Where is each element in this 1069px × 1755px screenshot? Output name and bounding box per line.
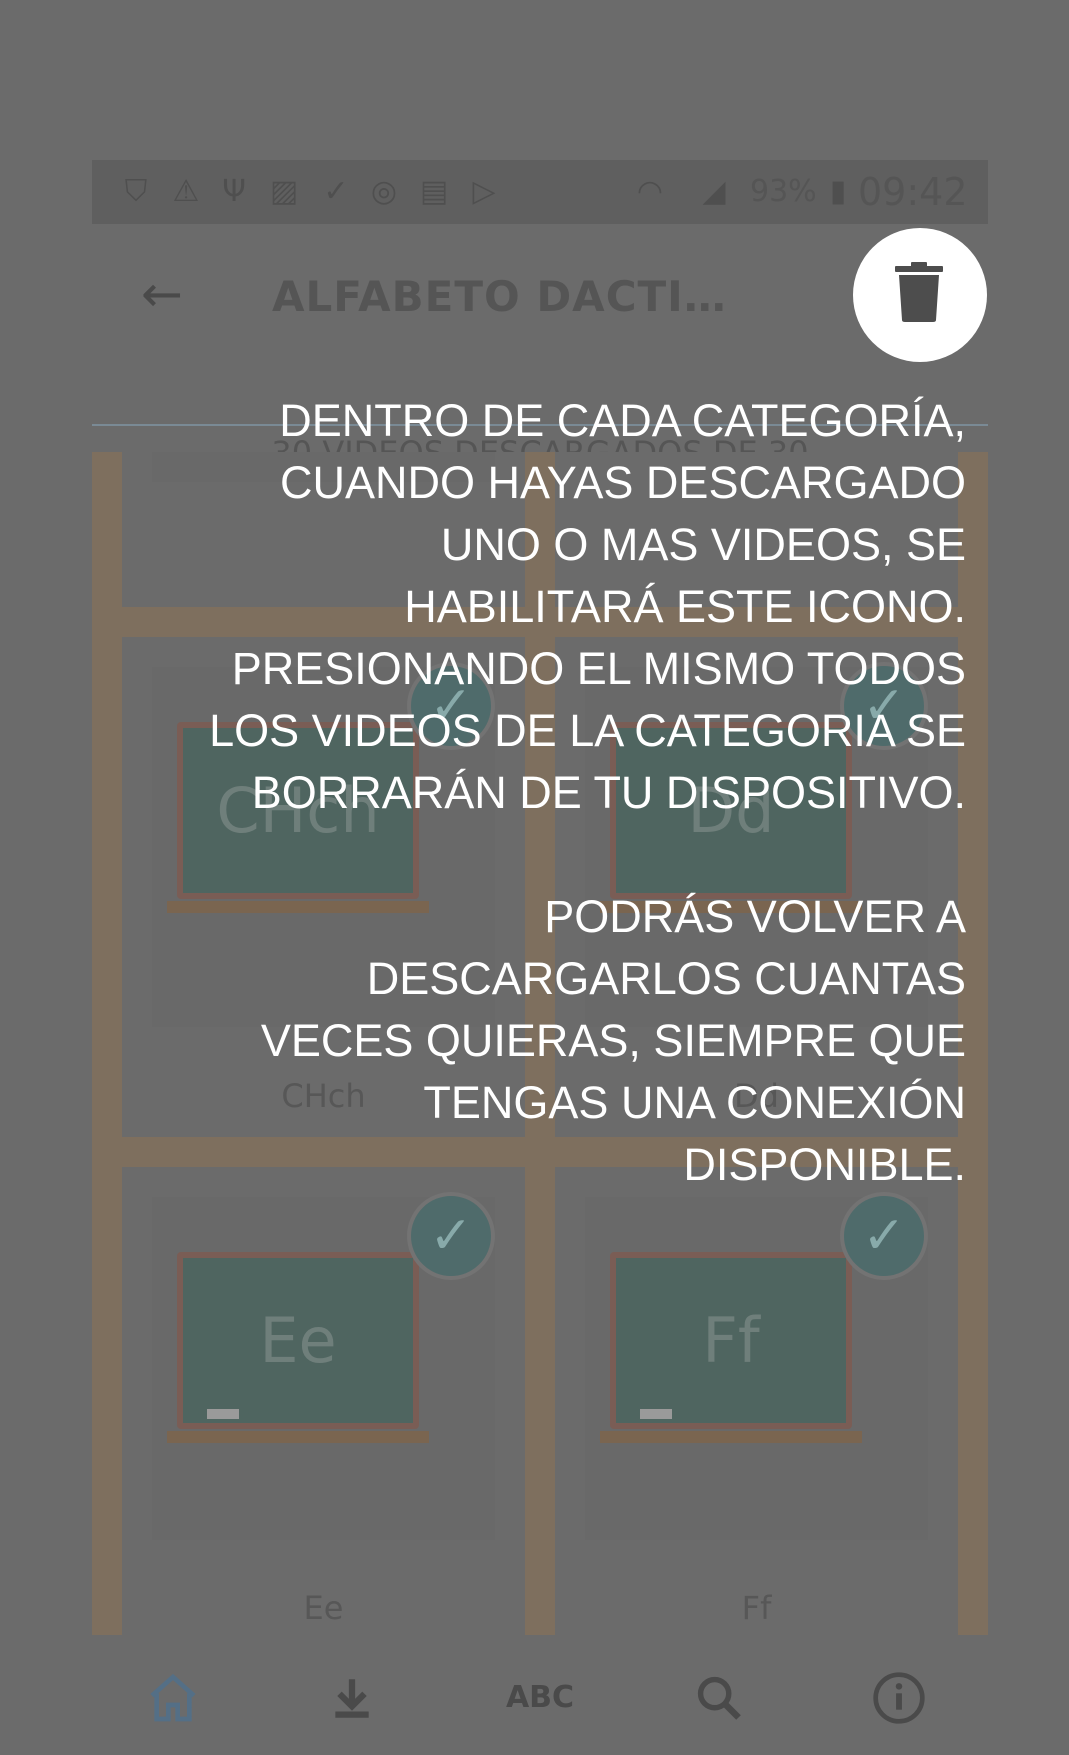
tutorial-message: DENTRO DE CADA CATEGORÍA, CUANDO HAYAS D… <box>206 390 966 1196</box>
tutorial-paragraph-2: PODRÁS VOLVER A DESCARGARLOS CUANTAS VEC… <box>260 891 966 1190</box>
board-letter: Ff <box>702 1304 760 1377</box>
check-icon: ✓ <box>840 1192 928 1280</box>
tile-label: Ff <box>741 1589 772 1627</box>
check-icon: ✓ <box>407 1192 495 1280</box>
sim-icon: ▤ <box>419 174 449 209</box>
signal-icon: ◢ <box>702 174 726 209</box>
grid-tile-ff[interactable]: Ff ✓ Ff <box>555 1167 958 1635</box>
bottom-nav: ABC <box>92 1635 988 1755</box>
warning-icon: ⚠ <box>172 174 200 209</box>
tile-label: Ee <box>303 1589 344 1627</box>
board-letter: Ee <box>259 1304 337 1377</box>
status-time: 09:42 <box>858 170 968 214</box>
arrow-back-icon[interactable]: ← <box>132 264 192 324</box>
usb-icon: Ψ <box>222 174 246 209</box>
home-icon[interactable] <box>128 1663 218 1733</box>
shield-play-icon: ⛉ <box>124 174 148 209</box>
battery-charging-icon: ▮ <box>829 174 847 209</box>
sync-icon: ◎ <box>370 174 398 209</box>
board-ledge <box>167 1431 429 1443</box>
download-done-icon: ✓ <box>323 174 349 209</box>
search-icon[interactable] <box>674 1663 764 1733</box>
download-icon[interactable] <box>307 1663 397 1733</box>
page-title: ALFABETO DACTILOLÓ... <box>272 272 732 321</box>
wifi-icon: ◠ <box>636 174 664 209</box>
trash-icon <box>895 262 943 322</box>
chalkboard-icon: Ee <box>167 1252 429 1443</box>
play-store-icon: ▷ <box>472 174 496 209</box>
battery-percent: 93% <box>750 174 817 209</box>
image-icon: ▨ <box>269 174 299 209</box>
status-bar: ⛉ ⚠ Ψ ▨ ✓ ◎ ▤ ▷ ◠ ◢ 93% ▮ 09:42 <box>92 160 988 224</box>
chalk <box>207 1409 239 1419</box>
board-ledge <box>600 1431 862 1443</box>
tutorial-paragraph-1: DENTRO DE CADA CATEGORÍA, CUANDO HAYAS D… <box>209 395 966 818</box>
chalkboard-icon: Ff <box>600 1252 862 1443</box>
abc-tab[interactable]: ABC <box>495 1663 585 1733</box>
delete-all-button[interactable] <box>853 228 987 362</box>
info-icon[interactable] <box>854 1663 944 1733</box>
chalk <box>640 1409 672 1419</box>
grid-tile-ee[interactable]: Ee ✓ Ee <box>122 1167 525 1635</box>
